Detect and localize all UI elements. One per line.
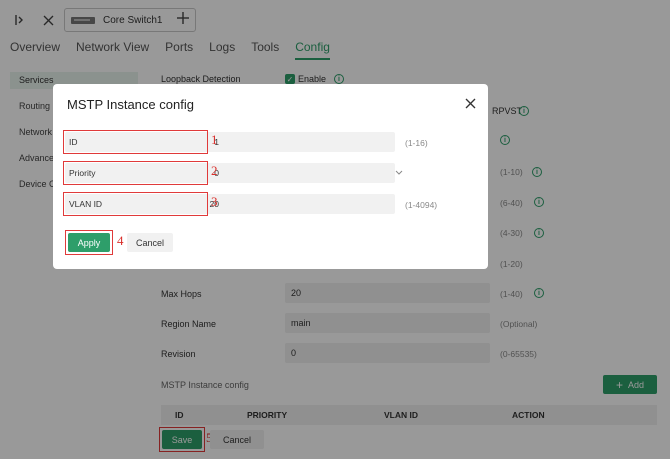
apply-button[interactable]: Apply xyxy=(68,233,110,252)
close-icon[interactable] xyxy=(465,96,476,112)
vlan-id-field-hint: (1-4094) xyxy=(405,200,438,210)
annotation-box xyxy=(63,192,208,216)
annotation-box xyxy=(63,130,208,154)
step-marker: 1 xyxy=(211,132,218,147)
step-marker: 4 xyxy=(117,233,124,248)
dialog-title: MSTP Instance config xyxy=(67,97,194,112)
annotation-box xyxy=(63,161,208,185)
step-marker: 3 xyxy=(211,194,218,209)
mstp-instance-dialog: MSTP Instance config ID 1 (1-16) 1 Prior… xyxy=(53,84,488,269)
id-field-hint: (1-16) xyxy=(405,138,428,148)
step-marker: 2 xyxy=(211,163,218,178)
dialog-cancel-button[interactable]: Cancel xyxy=(127,233,173,252)
chevron-down-icon xyxy=(395,169,403,178)
